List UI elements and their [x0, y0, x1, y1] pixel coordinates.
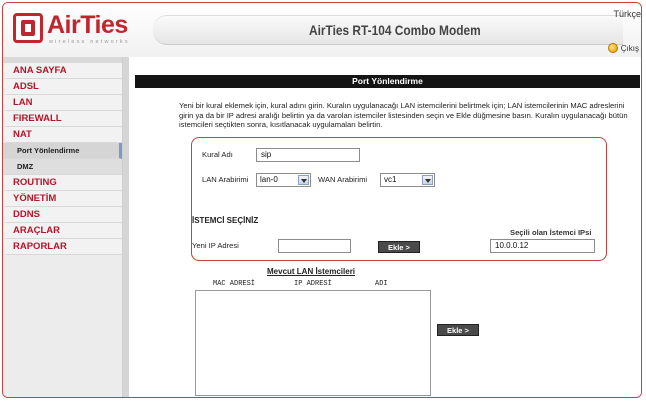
sidebar-item-firewall[interactable]: FIREWALL — [3, 111, 122, 127]
selected-client-input[interactable]: 10.0.0.12 — [490, 239, 595, 253]
wan-interface-value: vc1 — [384, 175, 397, 184]
lan-interface-value: lan-0 — [260, 175, 278, 184]
intro-text: Yeni bir kural eklemek için, kural adını… — [179, 101, 628, 130]
chevron-down-icon[interactable] — [298, 175, 309, 185]
new-ip-label: Yeni IP Adresi — [192, 241, 239, 250]
sidebar-item-routing[interactable]: ROUTING — [3, 175, 122, 191]
sidebar-item-ana-sayfa[interactable]: ANA SAYFA — [3, 63, 122, 79]
client-list-title: Mevcut LAN İstemcileri — [267, 267, 356, 276]
exit-label[interactable]: Çıkış — [621, 44, 639, 53]
new-ip-input[interactable] — [278, 239, 351, 253]
sidebar-item-adsl[interactable]: ADSL — [3, 79, 122, 95]
column-header-mac: MAC ADRESİ — [213, 280, 256, 288]
wan-interface-select[interactable]: vc1 — [380, 173, 435, 187]
lan-interface-select[interactable]: lan-0 — [256, 173, 311, 187]
sidebar-item-lan[interactable]: LAN — [3, 95, 122, 111]
page-frame: AirTies wireless networks AirTies RT-104… — [2, 2, 642, 398]
client-listbox[interactable] — [195, 290, 431, 396]
rule-form-box: Kural Adı sip LAN Arabirimi lan-0 WAN Ar… — [191, 137, 607, 261]
airties-logo[interactable]: AirTies wireless networks — [13, 11, 137, 49]
sidebar-item-dmz[interactable]: DMZ — [3, 159, 122, 175]
rule-name-input[interactable]: sip — [256, 148, 360, 162]
language-link[interactable]: Türkçe — [613, 9, 641, 19]
sidebar-item-ddns[interactable]: DDNS — [3, 207, 122, 223]
exit-icon[interactable] — [607, 43, 618, 53]
column-header-name: ADI — [375, 280, 388, 288]
sidebar-item-raporlar[interactable]: RAPORLAR — [3, 239, 122, 255]
main-content: Port Yönlendirme Yeni bir kural eklemek … — [129, 57, 641, 397]
column-header-ip: IP ADRESİ — [294, 280, 332, 288]
logo-mark-icon — [13, 13, 43, 43]
logo-text: AirTies — [47, 11, 128, 39]
rule-name-label: Kural Adı — [202, 150, 233, 159]
header: AirTies wireless networks AirTies RT-104… — [3, 3, 641, 57]
section-title: Port Yönlendirme — [135, 75, 640, 88]
add-ip-button[interactable]: Ekle > — [378, 241, 420, 253]
selected-client-label: Seçili olan İstemci IPsi — [510, 228, 592, 237]
sidebar-menu: ANA SAYFA ADSL LAN FIREWALL NAT Port Yön… — [3, 63, 122, 255]
sidebar-item-yonetim[interactable]: YÖNETİM — [3, 191, 122, 207]
sidebar-item-port-yonlendirme[interactable]: Port Yönlendirme — [3, 143, 122, 159]
chevron-down-icon[interactable] — [422, 175, 433, 185]
sidebar-item-nat[interactable]: NAT — [3, 127, 122, 143]
sidebar-item-araclar[interactable]: ARAÇLAR — [3, 223, 122, 239]
add-client-button[interactable]: Ekle > — [437, 324, 479, 336]
logo-subtitle: wireless networks — [49, 39, 130, 45]
client-select-title: İSTEMCİ SEÇİNİZ — [192, 216, 259, 225]
exit-link[interactable]: Çıkış — [607, 43, 639, 53]
model-title: AirTies RT-104 Combo Modem — [309, 22, 481, 38]
lan-interface-label: LAN Arabirimi — [202, 175, 249, 184]
sidebar: ANA SAYFA ADSL LAN FIREWALL NAT Port Yön… — [3, 57, 123, 397]
wan-interface-label: WAN Arabirimi — [318, 175, 368, 184]
